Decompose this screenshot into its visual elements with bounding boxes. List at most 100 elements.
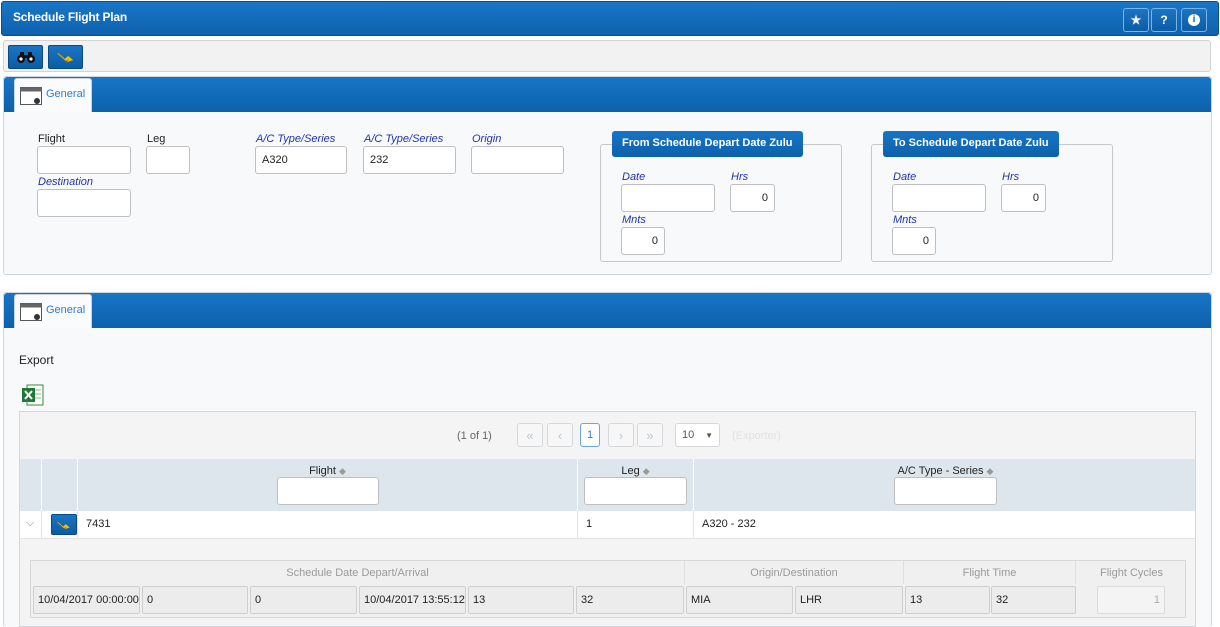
next-page-button[interactable]: ›	[608, 423, 634, 447]
favorite-button[interactable]: ★	[1123, 8, 1149, 32]
destination-field[interactable]: LHR	[795, 586, 903, 614]
excel-icon	[22, 384, 44, 406]
to-hrs-input[interactable]	[1001, 184, 1046, 212]
toolbar	[3, 40, 1211, 72]
flight-cell: 7431	[78, 511, 578, 539]
filter-panel-header	[4, 77, 1211, 112]
leg-col-title: Leg	[621, 465, 640, 477]
destination-input[interactable]	[37, 189, 131, 217]
flight-col-title: Flight	[309, 465, 336, 477]
page-size-select[interactable]: 10 ▼	[675, 423, 720, 447]
window-icon	[20, 87, 42, 105]
ac-type-filter-input[interactable]	[894, 477, 997, 505]
prev-page-button[interactable]: ‹	[547, 423, 573, 447]
to-depart-header: To Schedule Depart Date Zulu	[883, 131, 1059, 157]
pager-info: (1 of 1)	[457, 430, 492, 442]
paginator: (1 of 1) « ‹ 1 › » 10 ▼ (Exporter)	[20, 412, 1195, 458]
origin-destination-header: Origin/Destination	[685, 561, 904, 584]
first-page-button[interactable]: «	[517, 423, 543, 447]
to-mnts-label: Mnts	[893, 214, 917, 226]
depart-date-field[interactable]: 10/04/2017 00:00:00	[33, 586, 140, 614]
table-row[interactable]: ⌵ 7431 1 A320 - 232	[20, 511, 1195, 539]
export-excel-button[interactable]	[21, 383, 45, 407]
table-header: Flight ◆ Leg ◆ A/C Type - Series ◆	[20, 459, 1195, 511]
tab-general-filter[interactable]: General	[14, 78, 92, 112]
leg-filter-input[interactable]	[584, 477, 687, 505]
schedule-date-header: Schedule Date Depart/Arrival	[31, 561, 685, 584]
sort-icon: ◆	[338, 466, 346, 476]
to-date-input[interactable]	[892, 184, 986, 212]
title-bar: Schedule Flight Plan ★ ? i	[1, 1, 1219, 36]
flight-filter-input[interactable]	[277, 477, 379, 505]
flight-cycles-header: Flight Cycles	[1100, 567, 1163, 579]
flight-cycles-field[interactable]: 1	[1097, 586, 1165, 614]
search-button[interactable]	[8, 45, 43, 69]
last-page-button[interactable]: »	[637, 423, 663, 447]
flight-input[interactable]	[37, 146, 131, 174]
ac-type-input-1[interactable]	[255, 146, 347, 174]
from-hrs-input[interactable]	[730, 184, 775, 212]
leg-col-header[interactable]: Leg ◆	[578, 459, 694, 511]
from-date-label: Date	[622, 171, 646, 183]
page-size-value: 10	[682, 429, 695, 441]
page-1-button[interactable]: 1	[580, 423, 600, 447]
destination-label: Destination	[38, 176, 94, 188]
flight-time-hrs-field[interactable]: 13	[905, 586, 990, 614]
arrow-right-icon	[57, 520, 71, 529]
results-grid: (1 of 1) « ‹ 1 › » 10 ▼ (Exporter) Fligh…	[19, 411, 1196, 627]
from-mnts-input[interactable]	[621, 227, 665, 255]
export-label: Export	[19, 353, 54, 367]
sort-icon: ◆	[986, 466, 994, 476]
row-go-button[interactable]	[51, 514, 77, 535]
exporter-label: (Exporter)	[732, 430, 781, 442]
arrival-date-field[interactable]: 10/04/2017 13:55:12	[359, 586, 466, 614]
sort-icon: ◆	[642, 466, 650, 476]
leg-input[interactable]	[146, 146, 190, 174]
ac-type-label-1: A/C Type/Series	[256, 133, 336, 145]
arrival-hrs-field[interactable]: 13	[468, 586, 574, 614]
expand-col-header	[20, 459, 42, 511]
ac-type-col-header[interactable]: A/C Type - Series ◆	[694, 459, 1197, 511]
depart-mnts-field[interactable]: 0	[250, 586, 357, 614]
expand-toggle[interactable]: ⌵	[20, 511, 42, 539]
chevron-down-icon: ▼	[705, 430, 713, 440]
prev-page-icon: ‹	[557, 427, 563, 443]
to-mnts-input[interactable]	[892, 227, 936, 255]
flight-col-header[interactable]: Flight ◆	[78, 459, 578, 511]
question-icon: ?	[1160, 13, 1168, 27]
from-date-input[interactable]	[621, 184, 715, 212]
from-hrs-label: Hrs	[731, 171, 749, 183]
ac-type-col-title: A/C Type - Series	[897, 465, 984, 477]
page-title: Schedule Flight Plan	[13, 10, 128, 24]
row-action-cell	[42, 511, 78, 539]
origin-label: Origin	[472, 133, 502, 145]
origin-input[interactable]	[471, 146, 564, 174]
row-detail: Schedule Date Depart/Arrival Origin/Dest…	[30, 560, 1186, 618]
leg-label: Leg	[147, 133, 166, 145]
flight-time-mnts-field[interactable]: 32	[991, 586, 1076, 614]
flight-label: Flight	[38, 133, 65, 145]
binoculars-icon	[16, 52, 35, 63]
first-page-icon: «	[526, 427, 534, 443]
to-date-label: Date	[893, 171, 917, 183]
ac-type-input-2[interactable]	[363, 146, 456, 174]
from-depart-header: From Schedule Depart Date Zulu	[612, 131, 803, 157]
help-button[interactable]: ?	[1151, 8, 1177, 32]
flight-time-header: Flight Time	[904, 561, 1076, 584]
tab-general-label: General	[46, 304, 86, 316]
filter-panel: General Flight Leg A/C Type/Series A/C T…	[3, 76, 1212, 275]
info-button[interactable]: i	[1181, 8, 1207, 32]
go-button[interactable]	[48, 45, 83, 69]
ac-type-cell: A320 - 232	[702, 518, 756, 530]
star-icon: ★	[1130, 13, 1142, 27]
origin-field[interactable]: MIA	[686, 586, 793, 614]
arrival-mnts-field[interactable]: 32	[576, 586, 684, 614]
to-hrs-label: Hrs	[1002, 171, 1020, 183]
next-page-icon: ›	[618, 427, 624, 443]
results-panel-header	[4, 293, 1211, 328]
arrow-right-icon	[57, 52, 74, 63]
depart-hrs-field[interactable]: 0	[142, 586, 248, 614]
leg-cell: 1	[578, 511, 694, 539]
window-icon	[20, 303, 42, 321]
tab-general-results[interactable]: General	[14, 294, 92, 328]
